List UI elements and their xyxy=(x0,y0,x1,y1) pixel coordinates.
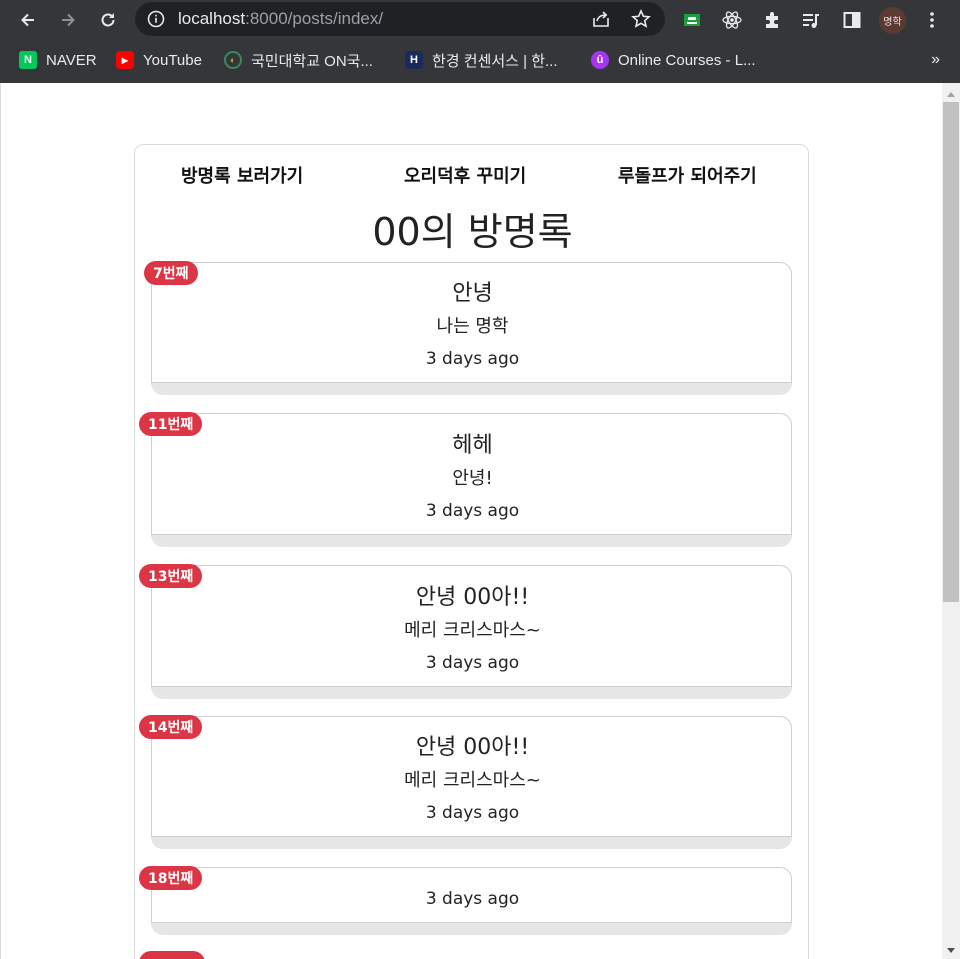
nav-link-guestbook[interactable]: 방명록 보러가기 xyxy=(181,162,303,188)
back-button[interactable] xyxy=(14,6,42,34)
more-bookmarks-chevron-icon[interactable]: » xyxy=(931,51,940,69)
post-timestamp: 3 days ago xyxy=(425,501,520,521)
forward-button[interactable] xyxy=(54,6,82,34)
bookmark-hankyung[interactable]: H 한경 컨센서스 | 한... xyxy=(405,48,558,72)
bookmark-label: NAVER xyxy=(46,51,97,69)
info-icon[interactable] xyxy=(147,10,165,28)
media-queue-icon[interactable] xyxy=(800,9,822,31)
post-content: 나는 명학 xyxy=(436,316,509,337)
url-host: localhost xyxy=(178,9,246,28)
post-card[interactable]: 안녕 00아!! 메리 크리스마스~ 3 days ago xyxy=(151,565,792,699)
post-content: 메리 크리스마스~ xyxy=(404,770,541,791)
guestbook-container: 방명록 보러가기 오리덕후 꾸미기 루돌프가 되어주기 00의 방명록 안녕 나… xyxy=(134,144,809,959)
post-card-body: 헤헤 안녕! 3 days ago xyxy=(151,413,792,535)
browser-chrome: localhost:8000/posts/index/ 명학 N NAVER ▶… xyxy=(0,0,960,83)
bookmark-star-icon[interactable] xyxy=(631,9,651,29)
post-number-badge: 11번째 xyxy=(139,412,203,436)
post-title: 안녕 00아!! xyxy=(415,735,530,760)
bookmark-youtube[interactable]: ▶ YouTube xyxy=(116,48,202,72)
post-timestamp: 3 days ago xyxy=(425,803,520,823)
hankyung-icon: H xyxy=(405,51,423,69)
post-card-body: 안녕 00아!! 메리 크리스마스~ 3 days ago xyxy=(151,716,792,837)
post-number-badge: 18번째 xyxy=(139,866,203,890)
scrollbar-thumb[interactable] xyxy=(943,102,959,602)
extensions-puzzle-icon[interactable] xyxy=(761,9,783,31)
share-icon[interactable] xyxy=(591,10,611,28)
post-title: 헤헤 xyxy=(452,433,493,458)
extension-naver-icon[interactable] xyxy=(681,9,703,31)
post-card[interactable]: 헤헤 안녕! 3 days ago xyxy=(151,413,792,547)
nav-link-duck-decorate[interactable]: 오리덕후 꾸미기 xyxy=(404,162,526,188)
top-navigation: 방명록 보러가기 오리덕후 꾸미기 루돌프가 되어주기 xyxy=(135,162,810,188)
post-number-badge: 7번째 xyxy=(144,261,198,285)
url-text[interactable]: localhost:8000/posts/index/ xyxy=(178,9,383,29)
react-devtools-icon[interactable] xyxy=(721,9,743,31)
vertical-scrollbar[interactable] xyxy=(942,83,960,959)
bookmark-label: 한경 컨센서스 | 한... xyxy=(432,52,558,70)
post-card-body: 3 days ago xyxy=(151,867,792,923)
browser-toolbar: localhost:8000/posts/index/ 명학 xyxy=(0,0,960,40)
post-card-body: 안녕 나는 명학 3 days ago xyxy=(151,262,792,383)
post-card[interactable]: 안녕 나는 명학 3 days ago xyxy=(151,262,792,395)
youtube-icon: ▶ xyxy=(116,51,134,69)
post-timestamp: 3 days ago xyxy=(425,889,520,909)
reload-icon xyxy=(101,13,115,27)
bookmark-label: 국민대학교 ON국... xyxy=(251,52,373,70)
post-title: 안녕 xyxy=(452,281,493,306)
kookmin-icon: ◐ xyxy=(224,51,242,69)
nav-link-rudolph[interactable]: 루돌프가 되어주기 xyxy=(618,162,757,188)
naver-icon: N xyxy=(19,51,37,69)
address-bar[interactable]: localhost:8000/posts/index/ xyxy=(135,2,665,36)
kebab-menu-icon[interactable] xyxy=(920,8,944,32)
side-panel-icon[interactable] xyxy=(841,9,863,31)
forward-arrow-icon xyxy=(62,13,75,27)
bookmark-kookmin[interactable]: ◐ 국민대학교 ON국... xyxy=(224,48,373,72)
bookmark-udemy[interactable]: û Online Courses - L... xyxy=(591,48,756,72)
profile-avatar[interactable]: 명학 xyxy=(879,7,906,34)
url-path: :8000/posts/index/ xyxy=(245,9,384,28)
bookmark-label: Online Courses - L... xyxy=(618,51,756,69)
post-timestamp: 3 days ago xyxy=(425,653,520,673)
post-title: 안녕 00아!! xyxy=(415,585,530,610)
scroll-up-arrow-icon[interactable] xyxy=(947,92,955,97)
post-number-badge-partial xyxy=(139,951,205,959)
bookmark-naver[interactable]: N NAVER xyxy=(19,48,97,72)
back-arrow-icon xyxy=(21,13,34,27)
post-card[interactable]: 안녕 00아!! 메리 크리스마스~ 3 days ago xyxy=(151,716,792,849)
post-number-badge: 14번째 xyxy=(139,715,203,739)
bookmark-label: YouTube xyxy=(143,51,202,69)
post-content: 안녕! xyxy=(452,468,493,489)
udemy-icon: û xyxy=(591,51,609,69)
post-timestamp: 3 days ago xyxy=(425,349,520,369)
bookmarks-bar: N NAVER ▶ YouTube ◐ 국민대학교 ON국... H 한경 컨센… xyxy=(0,42,960,78)
post-content: 메리 크리스마스~ xyxy=(404,620,541,641)
post-number-badge: 13번째 xyxy=(139,564,203,588)
reload-button[interactable] xyxy=(94,6,122,34)
page-title: 00의 방명록 xyxy=(372,210,573,254)
page-viewport: 방명록 보러가기 오리덕후 꾸미기 루돌프가 되어주기 00의 방명록 안녕 나… xyxy=(0,83,960,959)
post-card-body: 안녕 00아!! 메리 크리스마스~ 3 days ago xyxy=(151,565,792,687)
scroll-down-arrow-icon[interactable] xyxy=(947,948,955,953)
post-card[interactable]: 3 days ago xyxy=(151,867,792,935)
